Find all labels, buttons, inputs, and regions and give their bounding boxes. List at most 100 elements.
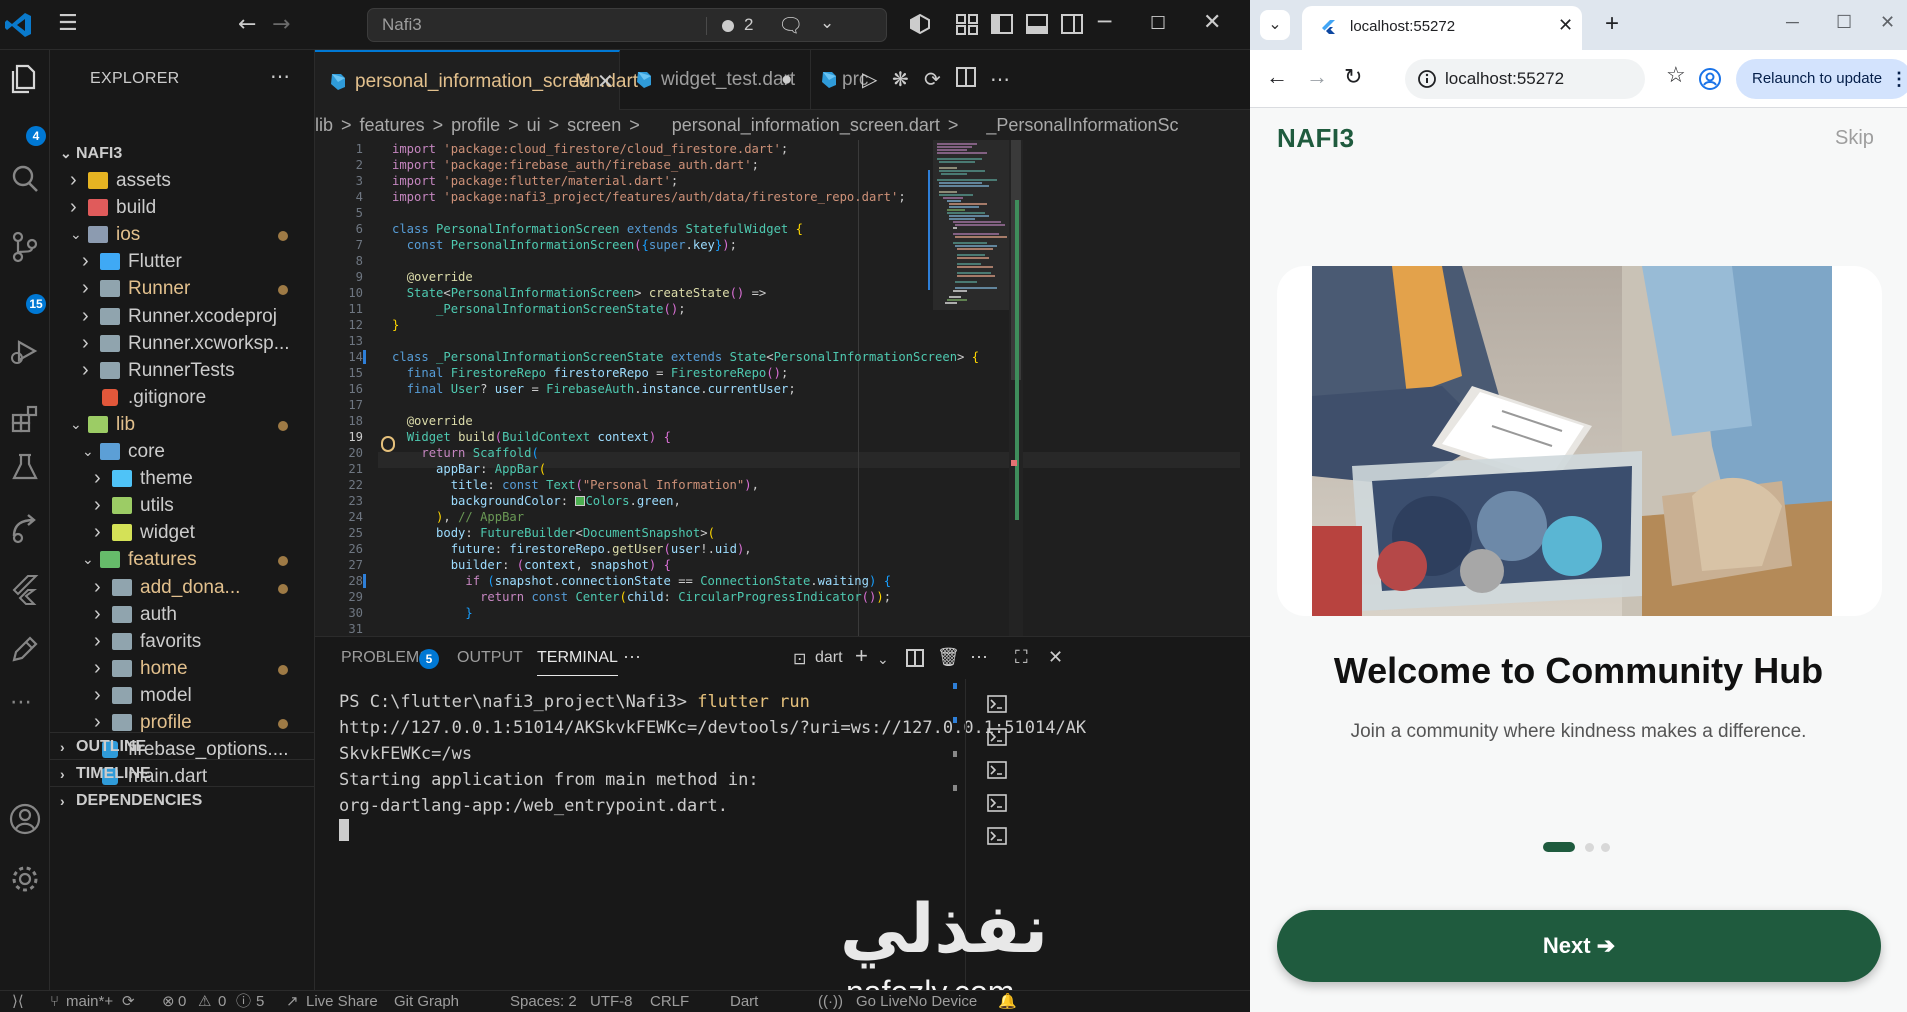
close-icon[interactable]: ✕	[1203, 10, 1221, 35]
notifications-bell-icon[interactable]: 🔔	[998, 991, 1017, 1012]
branch-name[interactable]: main*+	[66, 991, 113, 1012]
tree-item-flutter[interactable]: › Flutter	[50, 248, 315, 275]
timeline-section[interactable]: › TIMELINE	[50, 759, 315, 787]
extensions-icon[interactable]	[8, 402, 42, 436]
minimap[interactable]	[927, 140, 1022, 636]
split-editor-icon[interactable]	[956, 67, 976, 87]
hot-reload-icon[interactable]: ⟳	[924, 67, 941, 92]
outline-section[interactable]: › OUTLINE	[50, 732, 315, 760]
back-arrow-icon[interactable]: ←	[238, 12, 256, 37]
browser-tab[interactable]: localhost:55272 ✕	[1302, 6, 1582, 50]
tree-item-build[interactable]: › build	[50, 194, 315, 221]
tree-item-lib[interactable]: ⌄ lib	[50, 411, 315, 438]
chevron-down-icon[interactable]: ⌄	[820, 13, 834, 33]
more-actions-icon[interactable]: ⋯	[990, 67, 1010, 92]
breadcrumb-item[interactable]: ui	[527, 110, 541, 140]
explorer-files-icon[interactable]	[8, 62, 42, 96]
terminal-instance-icon[interactable]	[987, 761, 1007, 779]
tree-item-auth[interactable]: › auth	[50, 601, 315, 628]
trash-icon[interactable]: 🗑	[937, 647, 960, 668]
chevron-down-icon[interactable]: ⌄	[877, 651, 889, 668]
maximize-icon[interactable]: ☐	[1150, 13, 1166, 34]
encoding[interactable]: UTF-8	[590, 991, 633, 1012]
terminal-instance-icon[interactable]	[987, 827, 1007, 845]
tree-item-runner-xcworksp[interactable]: › Runner.xcworksp...	[50, 330, 315, 357]
tree-item-home[interactable]: › home	[50, 655, 315, 682]
breadcrumb-item[interactable]: personal_information_screen.dart	[672, 110, 940, 140]
search-icon[interactable]	[8, 162, 42, 196]
breadcrumb-item[interactable]: features	[360, 110, 425, 140]
tab-personal-information-screen[interactable]: personal_information_screen.dart M ✕	[315, 50, 638, 112]
new-tab-icon[interactable]: +	[1605, 10, 1619, 38]
tab-problems[interactable]: PROBLEMS	[341, 649, 430, 667]
browser-menu-icon[interactable]: ⋮	[1890, 59, 1907, 99]
tree-item-features[interactable]: ⌄ features	[50, 546, 315, 573]
workspace-root[interactable]: ⌄ NAFI3	[50, 140, 315, 167]
git-graph[interactable]: Git Graph	[394, 991, 459, 1012]
terminal-shell-name[interactable]: dart	[815, 649, 843, 667]
tree-item-runner-xcodeproj[interactable]: › Runner.xcodeproj	[50, 303, 315, 330]
maximize-panel-icon[interactable]: ⛶	[1015, 647, 1028, 668]
tree-item-runner[interactable]: › Runner	[50, 275, 315, 302]
remote-explorer-icon[interactable]	[8, 512, 42, 546]
chat-icon[interactable]: 🗨	[778, 13, 803, 37]
more-actions-icon[interactable]: ⋯	[970, 647, 988, 668]
tree-item-assets[interactable]: › assets	[50, 167, 315, 194]
tree-item-runnertests[interactable]: › RunnerTests	[50, 357, 315, 384]
line-endings[interactable]: CRLF	[650, 991, 689, 1012]
back-arrow-icon[interactable]: ←	[1266, 64, 1288, 90]
remote-icon[interactable]: ⟩⟨	[12, 991, 24, 1012]
page-dot[interactable]	[1601, 843, 1610, 852]
code-editor[interactable]: 1 2 3 4 5 6 7 8 9 10 11 12 13 14 15 16 17 18 19 20 21 22 23 24 2…	[315, 140, 1250, 636]
openai-icon[interactable]: ❋	[892, 67, 909, 92]
split-terminal-icon[interactable]	[906, 649, 924, 667]
tree-item-ios[interactable]: ⌄ ios	[50, 221, 315, 248]
more-tabs-icon[interactable]: ⋯	[623, 647, 641, 668]
more-icon[interactable]: ⋯	[10, 690, 32, 715]
go-live[interactable]: Go Live	[856, 991, 908, 1012]
profile-icon[interactable]	[1698, 67, 1722, 91]
dependencies-section[interactable]: › DEPENDENCIES	[50, 786, 315, 814]
more-actions-icon[interactable]: ⋯	[270, 64, 290, 89]
maximize-icon[interactable]: ☐	[1836, 12, 1852, 33]
info-count[interactable]: 5	[256, 991, 264, 1012]
close-panel-icon[interactable]: ✕	[1048, 647, 1063, 668]
tab-terminal[interactable]: TERMINAL	[537, 649, 618, 676]
warning-count[interactable]: 0	[218, 991, 226, 1012]
run-debug-icon[interactable]	[8, 334, 42, 368]
toggle-secondary-sidebar-icon[interactable]	[1060, 13, 1084, 35]
testing-flask-icon[interactable]	[8, 450, 42, 484]
account-icon[interactable]	[8, 802, 42, 836]
lightbulb-icon[interactable]	[381, 436, 395, 452]
terminal-instance-icon[interactable]	[987, 728, 1007, 746]
sync-icon[interactable]: ⟳	[122, 991, 135, 1012]
toggle-sidebar-icon[interactable]	[990, 13, 1014, 35]
copilot-icon[interactable]	[908, 13, 932, 35]
breadcrumb-item[interactable]: _PersonalInformationSc	[986, 110, 1178, 140]
bookmark-star-icon[interactable]: ☆	[1666, 62, 1686, 88]
terminal-instance-icon[interactable]	[987, 695, 1007, 713]
tab-widget-test[interactable]: widget_test.dart ●	[621, 50, 811, 110]
reload-icon[interactable]: ↻	[1344, 64, 1362, 90]
editor-scrollbar[interactable]	[1009, 140, 1023, 636]
tree-item-widget[interactable]: › widget	[50, 519, 315, 546]
toggle-panel-icon[interactable]	[1025, 13, 1049, 35]
tab-close-icon[interactable]: ✕	[597, 52, 614, 112]
command-center-search[interactable]: Nafi3 2 🗨 ⌄	[367, 8, 887, 42]
live-share[interactable]: Live Share	[306, 991, 378, 1012]
breadcrumb-item[interactable]: lib	[315, 110, 333, 140]
tree-item-favorits[interactable]: › favorits	[50, 628, 315, 655]
run-icon[interactable]: ▷	[862, 67, 877, 92]
indentation[interactable]: Spaces: 2	[510, 991, 577, 1012]
minimize-icon[interactable]: ─	[1098, 10, 1111, 35]
language-mode[interactable]: Dart	[730, 991, 758, 1012]
page-dot-active[interactable]	[1543, 842, 1575, 852]
tab-output[interactable]: OUTPUT	[457, 649, 523, 667]
settings-gear-icon[interactable]	[8, 862, 42, 896]
tree-item--gitignore[interactable]: .gitignore	[50, 384, 315, 411]
tree-item-theme[interactable]: › theme	[50, 465, 315, 492]
forward-arrow-icon[interactable]: →	[272, 12, 290, 37]
new-terminal-icon[interactable]: +	[855, 643, 868, 669]
device-selector[interactable]: No Device	[908, 991, 977, 1012]
page-dot[interactable]	[1585, 843, 1594, 852]
